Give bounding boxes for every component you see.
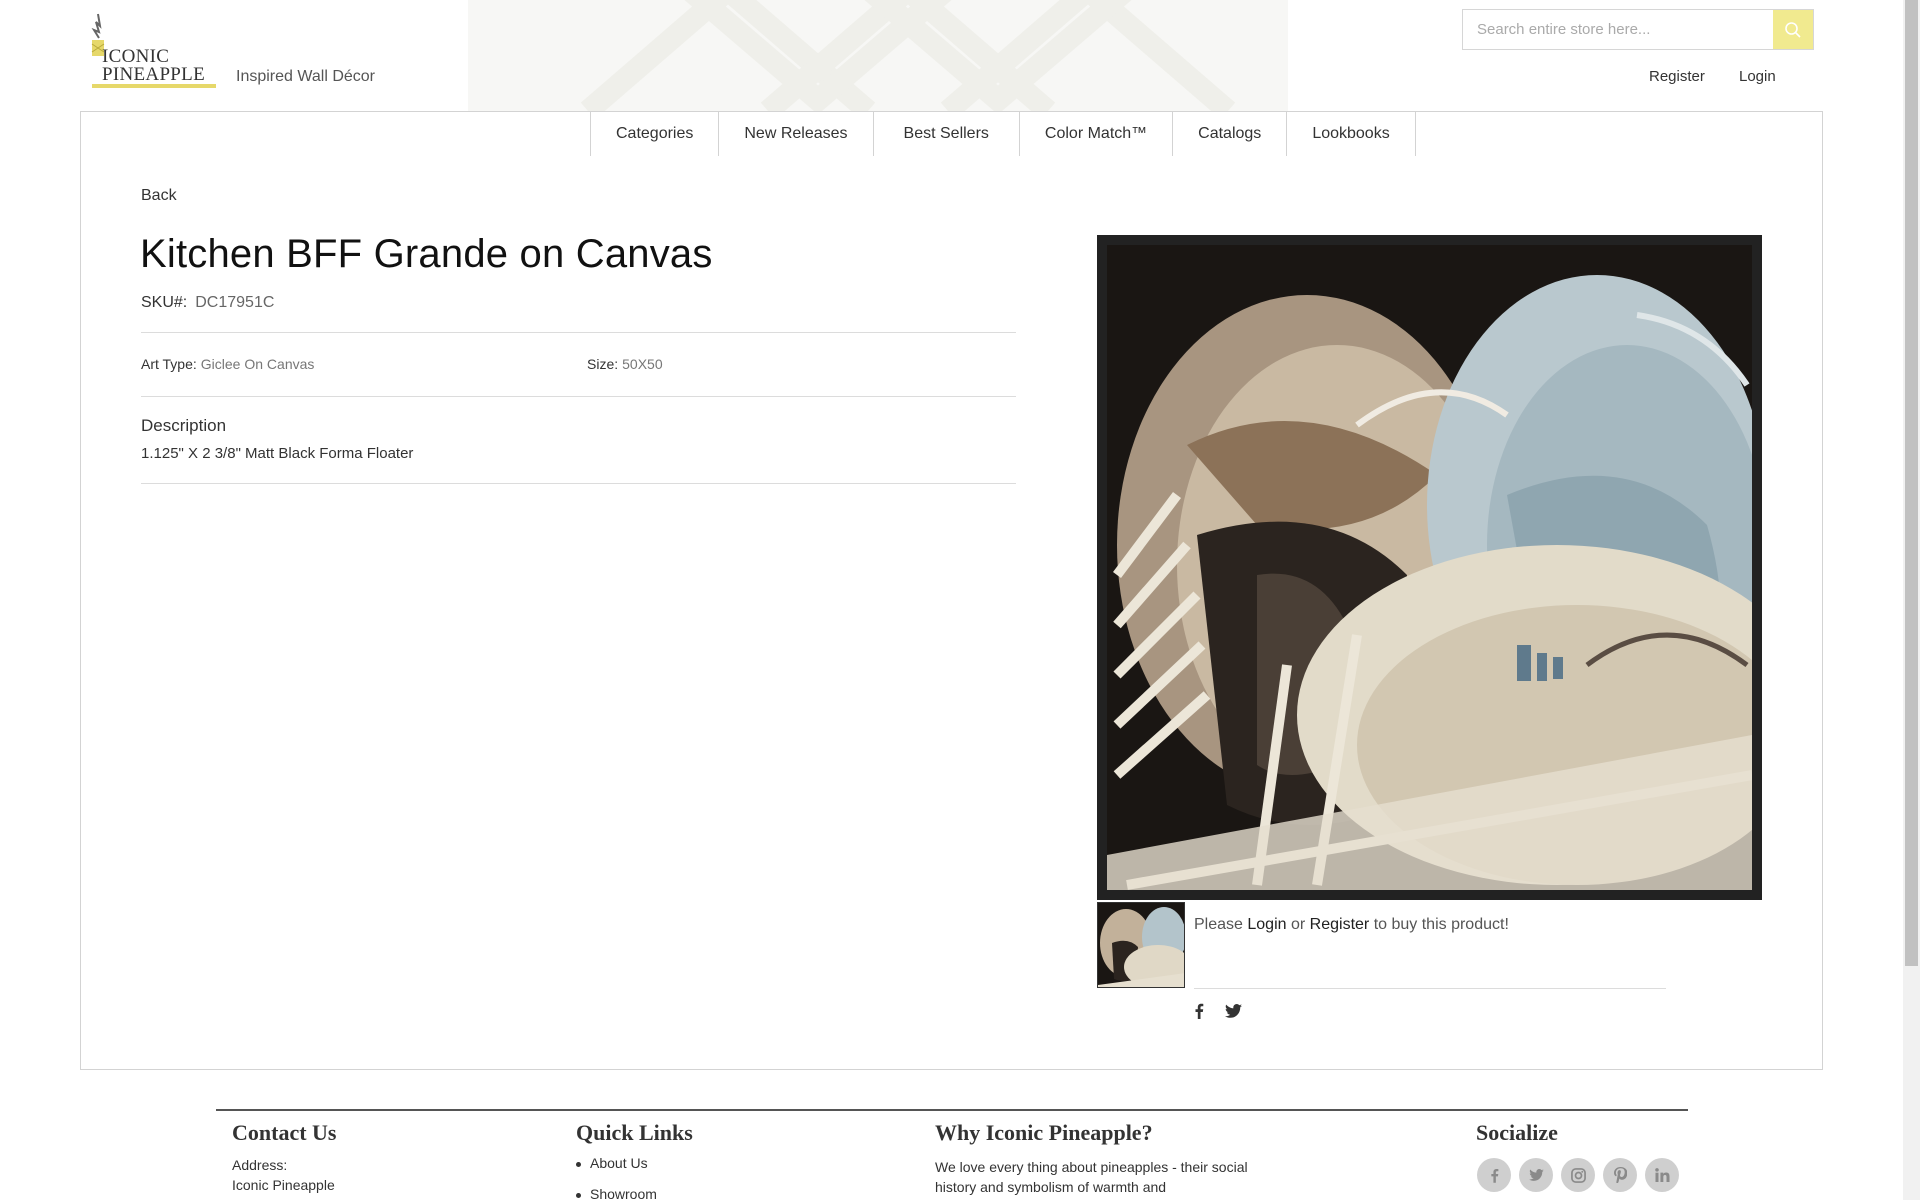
site-logo[interactable]: ICONIC PINEAPPLE xyxy=(88,12,216,90)
logo-text-line2: PINEAPPLE xyxy=(102,64,205,85)
size-label: Size: xyxy=(587,356,619,372)
back-link[interactable]: Back xyxy=(141,187,177,205)
login-link[interactable]: Login xyxy=(1739,68,1776,85)
pinterest-icon[interactable] xyxy=(1603,1158,1637,1192)
main-navigation: Categories New Releases Best Sellers Col… xyxy=(80,111,1823,157)
twitter-icon[interactable] xyxy=(1519,1158,1553,1192)
footer-link-about-us[interactable]: About Us xyxy=(590,1155,648,1171)
product-thumbnail[interactable] xyxy=(1097,902,1185,988)
instagram-icon[interactable] xyxy=(1561,1158,1595,1192)
nav-item-color-match[interactable]: Color Match™ xyxy=(1020,112,1174,156)
description-text: 1.125" X 2 3/8" Matt Black Forma Floater xyxy=(141,445,414,462)
footer-socialize-heading: Socialize xyxy=(1476,1120,1558,1145)
site-tagline: Inspired Wall Décor xyxy=(236,68,376,85)
facebook-icon[interactable] xyxy=(1477,1158,1511,1192)
search-button[interactable] xyxy=(1773,10,1813,49)
search-icon xyxy=(1785,21,1801,38)
sku-value: DC17951C xyxy=(195,294,275,311)
footer-address-label: Address: xyxy=(232,1157,288,1173)
bullet xyxy=(576,1193,581,1198)
product-artwork xyxy=(1107,245,1752,890)
nav-item-lookbooks[interactable]: Lookbooks xyxy=(1287,112,1416,156)
art-type-label: Art Type: xyxy=(141,356,197,372)
thumbnail-image xyxy=(1098,903,1184,987)
logo-underline xyxy=(92,84,216,88)
buy-login-link[interactable]: Login xyxy=(1247,916,1286,933)
search-input[interactable] xyxy=(1463,10,1773,49)
logo-wordmark: ICONIC PINEAPPLE xyxy=(102,47,205,85)
footer-why-heading: Why Iconic Pineapple? xyxy=(935,1120,1153,1145)
buy-register-link[interactable]: Register xyxy=(1310,916,1370,933)
nav-item-catalogs[interactable]: Catalogs xyxy=(1173,112,1288,156)
product-title: Kitchen BFF Grande on Canvas xyxy=(140,232,713,276)
buy-or: or xyxy=(1290,916,1306,933)
footer-quick-links-heading: Quick Links xyxy=(576,1120,693,1145)
divider xyxy=(141,396,1016,397)
product-image[interactable] xyxy=(1097,235,1762,900)
share-divider xyxy=(1194,988,1666,989)
art-type: Art Type: Giclee On Canvas xyxy=(141,356,314,372)
footer-divider xyxy=(216,1109,1688,1111)
sku-label: SKU#: xyxy=(141,294,188,311)
nav-item-best-sellers[interactable]: Best Sellers xyxy=(874,112,1020,156)
nav-item-new-releases[interactable]: New Releases xyxy=(719,112,874,156)
page-scrollbar-thumb[interactable] xyxy=(1905,0,1918,966)
nav-list: Categories New Releases Best Sellers Col… xyxy=(590,112,1416,156)
buy-message: Please Login or Register to buy this pro… xyxy=(1194,916,1509,934)
bullet xyxy=(576,1162,581,1167)
footer-link-showroom[interactable]: Showroom xyxy=(590,1186,657,1200)
header-background-pattern xyxy=(468,0,1288,111)
divider xyxy=(141,483,1016,484)
linkedin-icon[interactable] xyxy=(1645,1158,1679,1192)
description-heading: Description xyxy=(141,416,227,435)
search-box xyxy=(1462,9,1814,50)
nav-item-categories[interactable]: Categories xyxy=(591,112,720,156)
product-sku: SKU#: DC17951C xyxy=(141,294,274,312)
twitter-icon[interactable] xyxy=(1224,1002,1242,1020)
footer-address-line: Iconic Pineapple xyxy=(232,1177,335,1193)
buy-prefix: Please xyxy=(1194,916,1243,933)
size: Size: 50X50 xyxy=(587,356,663,372)
art-type-value: Giclee On Canvas xyxy=(200,356,315,372)
footer-why-text: We love every thing about pineapples - t… xyxy=(935,1159,1248,1195)
size-value: 50X50 xyxy=(622,356,663,372)
register-link[interactable]: Register xyxy=(1649,68,1705,85)
divider xyxy=(141,332,1016,333)
footer-contact-heading: Contact Us xyxy=(232,1120,337,1145)
facebook-icon[interactable] xyxy=(1190,1002,1208,1020)
buy-suffix: to buy this product! xyxy=(1373,916,1509,933)
